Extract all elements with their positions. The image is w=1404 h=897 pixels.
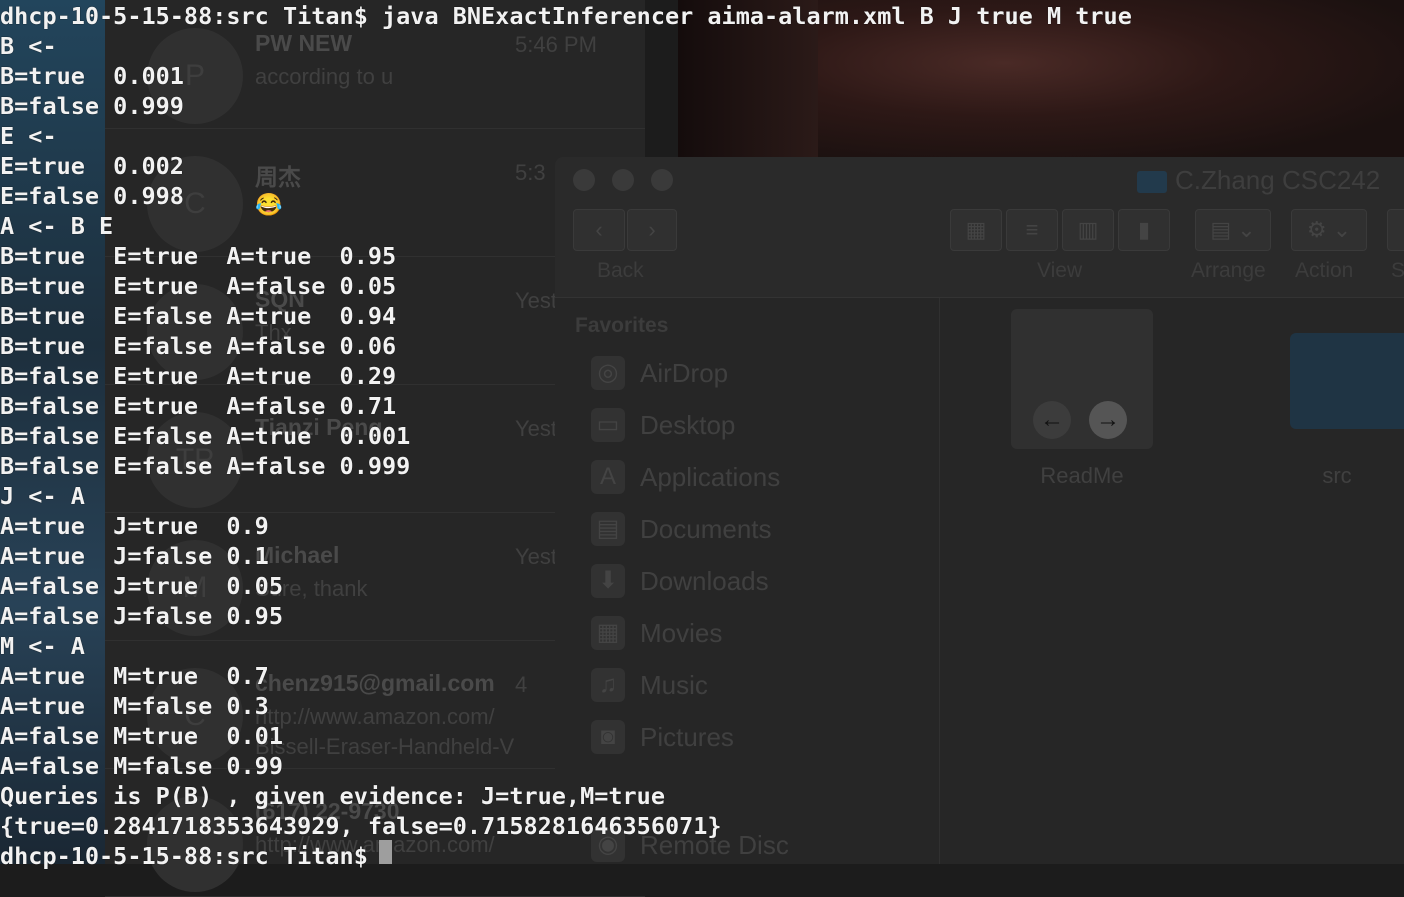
terminal-output-line: B=true E=true A=true 0.95 xyxy=(0,242,397,270)
terminal-output-line: E=false 0.998 xyxy=(0,182,184,210)
terminal-output-line: B=true E=false A=true 0.94 xyxy=(0,302,397,330)
terminal-output-line: E <- xyxy=(0,122,57,150)
terminal-output-line: B=false E=true A=false 0.71 xyxy=(0,392,397,420)
terminal-output-line: A=true M=false 0.3 xyxy=(0,692,269,720)
terminal-output-line: Queries is P(B) , given evidence: J=true… xyxy=(0,782,665,810)
terminal-output-line: B=false 0.999 xyxy=(0,92,184,120)
terminal-output-line: B=false E=false A=false 0.999 xyxy=(0,452,411,480)
terminal-output-line: A <- B E xyxy=(0,212,114,240)
terminal-output-line: {true=0.2841718353643929, false=0.715828… xyxy=(0,812,722,840)
terminal-output-line: A=false J=true 0.05 xyxy=(0,572,283,600)
terminal-output-line: A=false J=false 0.95 xyxy=(0,602,283,630)
terminal-command-line: dhcp-10-5-15-88:src Titan$ java BNExactI… xyxy=(0,2,1132,30)
terminal-output-line: B=false E=true A=true 0.29 xyxy=(0,362,397,390)
terminal-output-line: A=false M=false 0.99 xyxy=(0,752,283,780)
terminal-output-line: J <- A xyxy=(0,482,85,510)
terminal-output-line: B=true E=true A=false 0.05 xyxy=(0,272,397,300)
terminal-output-line: A=true J=true 0.9 xyxy=(0,512,269,540)
terminal-output-line: M <- A xyxy=(0,632,85,660)
terminal-cursor xyxy=(379,840,392,864)
terminal-prompt-line[interactable]: dhcp-10-5-15-88:src Titan$ xyxy=(0,841,382,871)
terminal-output-line: B=true E=false A=false 0.06 xyxy=(0,332,397,360)
terminal-output-line: B=false E=false A=true 0.001 xyxy=(0,422,411,450)
terminal-output-line: A=false M=true 0.01 xyxy=(0,722,283,750)
terminal-output-line: A=true J=false 0.1 xyxy=(0,542,269,570)
terminal-output-line: B <- xyxy=(0,32,57,60)
terminal-output-line: B=true 0.001 xyxy=(0,62,184,90)
terminal-output-line: A=true M=true 0.7 xyxy=(0,662,269,690)
terminal-output-line: E=true 0.002 xyxy=(0,152,184,180)
terminal-window[interactable]: dhcp-10-5-15-88:src Titan$ java BNExactI… xyxy=(0,0,1404,870)
